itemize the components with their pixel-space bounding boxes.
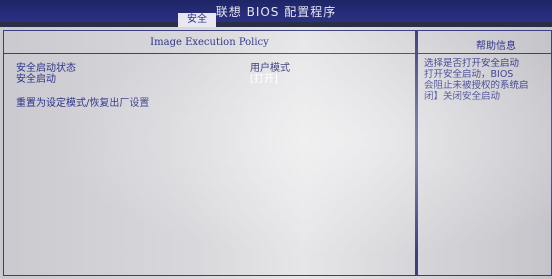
help-line: 打开安全启动，BIOS: [424, 69, 514, 80]
panel-title: Image Execution Policy: [150, 37, 269, 48]
tab-security[interactable]: 安全: [178, 13, 216, 27]
help-line: 会阻止未被授权的系统启: [424, 80, 529, 91]
help-text: 选择是否打开安全启动 打开安全启动，BIOS 会阻止未被授权的系统启 闭】关闭安…: [424, 58, 550, 102]
bios-title: 联想 BIOS 配置程序: [215, 5, 337, 19]
secure-boot-value[interactable]: [打开]: [250, 70, 278, 85]
main-panel-divider: [4, 53, 415, 54]
help-line: 闭】关闭安全启动: [424, 91, 501, 102]
help-panel-divider: [418, 53, 551, 54]
secure-boot-label[interactable]: 安全启动: [16, 70, 56, 85]
help-title: 帮助信息: [476, 41, 516, 52]
reset-to-setup-mode-option[interactable]: 重置为设定模式/恢复出厂设置: [16, 94, 149, 109]
help-line: 选择是否打开安全启动: [424, 58, 520, 69]
